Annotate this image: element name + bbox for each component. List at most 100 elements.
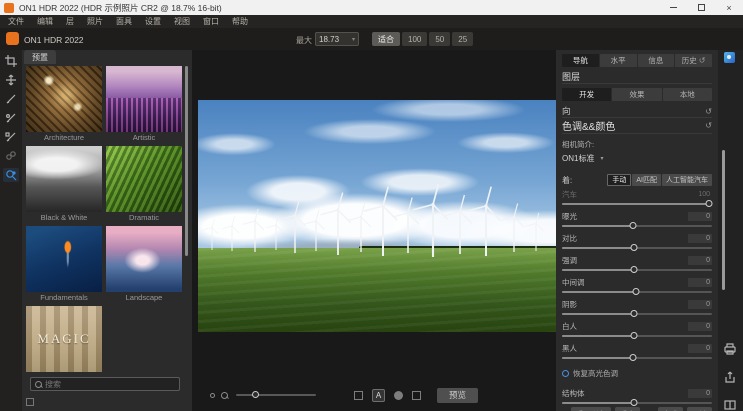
zoom-out-icon[interactable]	[210, 393, 215, 398]
preset-category-artistic[interactable]: Artistic	[106, 66, 182, 143]
preset-category-dramatic[interactable]: Dramatic	[106, 146, 182, 223]
slider-track[interactable]	[562, 200, 712, 208]
paint-brush-icon[interactable]	[3, 111, 19, 125]
photo-wind-turbines[interactable]	[198, 100, 556, 332]
preset-thumbnail[interactable]	[26, 146, 102, 212]
canvas-zoom-knob[interactable]	[252, 391, 259, 398]
preset-category-landscape[interactable]: Landscape	[106, 226, 182, 303]
done-button[interactable]: 完成	[658, 407, 683, 411]
menu-mask[interactable]: 面具	[116, 16, 132, 27]
tab-levels[interactable]: 水平	[600, 54, 637, 67]
tab-develop[interactable]: 开发	[562, 88, 611, 101]
menu-file[interactable]: 文件	[8, 16, 24, 27]
zoom-in-icon[interactable]	[221, 392, 228, 399]
tone-color-header[interactable]: 色调&&颜色 ↺	[562, 118, 712, 134]
presets-tab[interactable]: 预置	[24, 50, 56, 64]
menu-settings[interactable]: 设置	[145, 16, 161, 27]
menu-photo[interactable]: 照片	[87, 16, 103, 27]
menu-view[interactable]: 视图	[174, 16, 190, 27]
slider-knob[interactable]	[631, 399, 638, 406]
slider-knob[interactable]	[631, 244, 638, 251]
slider-knob[interactable]	[706, 200, 713, 207]
menu-help[interactable]: 帮助	[232, 16, 248, 27]
slider-value[interactable]: 0	[688, 212, 712, 221]
slider-knob[interactable]	[629, 354, 636, 361]
panel-scrollbar[interactable]	[722, 150, 725, 290]
minimize-button[interactable]	[659, 0, 687, 15]
compare-view-icon[interactable]	[354, 391, 363, 400]
tab-local[interactable]: 本地	[663, 88, 712, 101]
slider-track[interactable]	[562, 310, 712, 318]
slider-track[interactable]	[562, 222, 712, 230]
slider-track[interactable]	[562, 266, 712, 274]
preset-category-black-white[interactable]: Black & White	[26, 146, 102, 223]
maximize-button[interactable]	[687, 0, 715, 15]
soft-proof-icon[interactable]	[394, 391, 403, 400]
slider-track[interactable]	[562, 244, 712, 252]
reset-icon[interactable]: ↺	[705, 107, 712, 116]
zoom-100-button[interactable]: 100	[402, 32, 427, 46]
slider-value[interactable]: 100	[688, 190, 712, 199]
preset-category-magic[interactable]: MAGIC	[26, 306, 102, 372]
preset-thumbnail[interactable]	[106, 66, 182, 132]
preset-thumbnail[interactable]	[26, 226, 102, 292]
print-icon[interactable]	[723, 342, 737, 356]
preset-thumbnail[interactable]	[106, 146, 182, 212]
tone-brush-icon[interactable]	[3, 92, 19, 106]
preset-thumbnail[interactable]	[26, 66, 102, 132]
tone-ai-auto-button[interactable]: 人工智能汽车	[662, 174, 712, 186]
slider-track[interactable]	[562, 288, 712, 296]
reset-all-button[interactable]: 重置所有	[571, 407, 611, 411]
slider-value[interactable]: 0	[688, 344, 712, 353]
preset-search[interactable]	[30, 377, 180, 391]
slider-value[interactable]: 0	[688, 256, 712, 265]
reset-button[interactable]: 重启	[615, 407, 640, 411]
perfect-eraser-icon[interactable]	[3, 149, 19, 163]
preview-button[interactable]: 预览	[437, 388, 478, 403]
zoom-50-button[interactable]: 50	[429, 32, 450, 46]
canvas-zoom-slider[interactable]	[236, 394, 316, 396]
export-icon[interactable]	[723, 370, 737, 384]
zoom-value-dropdown[interactable]: 18.73 ▾	[315, 32, 359, 46]
split-view-icon[interactable]	[723, 398, 737, 411]
slider-knob[interactable]	[629, 222, 636, 229]
zoom-fit-button[interactable]: 适合	[372, 32, 400, 46]
slider-value[interactable]: 0	[688, 322, 712, 331]
camera-profile-dropdown[interactable]: ON1标准 ▾	[562, 153, 712, 164]
crop-tool-icon[interactable]	[3, 54, 19, 68]
extras-icon[interactable]	[724, 52, 735, 63]
tab-history[interactable]: 历史 ↺	[675, 54, 712, 67]
show-mask-icon[interactable]	[412, 391, 421, 400]
mask-section-header[interactable]: 向 ↺	[562, 105, 712, 118]
preset-category-architecture[interactable]: Architecture	[26, 66, 102, 143]
original-photo-button[interactable]: A	[372, 389, 385, 402]
tab-effects[interactable]: 效果	[612, 88, 661, 101]
tone-manual-button[interactable]: 手动	[607, 174, 631, 186]
tab-info[interactable]: 信息	[638, 54, 675, 67]
slider-track[interactable]	[562, 332, 712, 340]
view-tool-icon[interactable]	[3, 168, 19, 182]
tab-navigator[interactable]: 导航	[562, 54, 599, 67]
cancel-button[interactable]: 取消	[687, 407, 712, 411]
recover-highlights-option[interactable]: 恢复高光色调	[562, 368, 712, 379]
slider-value[interactable]: 0	[688, 300, 712, 309]
close-button[interactable]: ×	[715, 0, 743, 15]
slider-value[interactable]: 0	[688, 234, 712, 243]
slider-track[interactable]	[562, 399, 712, 407]
tone-ai-match-button[interactable]: AI匹配	[632, 174, 661, 186]
masking-brush-icon[interactable]	[3, 130, 19, 144]
slider-knob[interactable]	[631, 310, 638, 317]
slider-knob[interactable]	[631, 332, 638, 339]
preset-thumbnail[interactable]: MAGIC	[26, 306, 102, 372]
preset-category-fundamentals[interactable]: Fundamentals	[26, 226, 102, 303]
radio-icon[interactable]	[562, 370, 569, 377]
slider-value[interactable]: 0	[688, 389, 712, 398]
slider-knob[interactable]	[632, 288, 639, 295]
layers-header[interactable]: 图层	[562, 70, 712, 84]
zoom-25-button[interactable]: 25	[452, 32, 473, 46]
menu-layer[interactable]: 层	[66, 16, 74, 27]
reset-icon[interactable]: ↺	[705, 121, 712, 130]
browse-toggle-icon[interactable]	[26, 398, 34, 406]
search-input[interactable]	[45, 380, 175, 389]
presets-scrollbar[interactable]	[185, 66, 188, 256]
